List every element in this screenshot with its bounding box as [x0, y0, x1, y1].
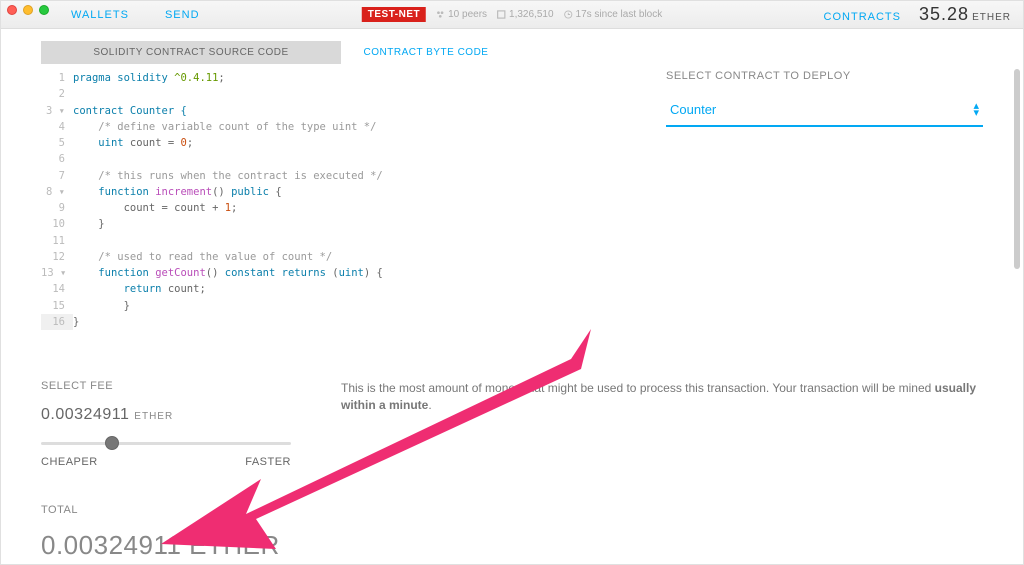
code-editor[interactable]: 1pragma solidity ^0.4.11; 2 3 ▾contract …: [41, 70, 636, 330]
clock-icon: [564, 10, 573, 19]
balance-amount: 35.28: [919, 4, 969, 24]
balance: 35.28 ETHER: [919, 4, 1011, 25]
nav-wallets[interactable]: WALLETS: [71, 9, 129, 21]
nav-send[interactable]: SEND: [165, 9, 200, 21]
select-contract-label: SELECT CONTRACT TO DEPLOY: [666, 70, 983, 82]
slider-label-faster: FASTER: [245, 456, 291, 468]
window-traffic-lights[interactable]: [7, 5, 49, 15]
tab-bytecode[interactable]: CONTRACT BYTE CODE: [341, 41, 511, 64]
fee-explanation: This is the most amount of money that mi…: [341, 380, 983, 468]
minimize-window-icon[interactable]: [23, 5, 33, 15]
block-icon: [497, 10, 506, 19]
slider-thumb[interactable]: [105, 436, 119, 450]
tab-source-code[interactable]: SOLIDITY CONTRACT SOURCE CODE: [41, 41, 341, 64]
fee-label: SELECT FEE: [41, 380, 291, 392]
contract-select[interactable]: Counter ▴▾: [666, 96, 983, 127]
nav-contracts[interactable]: CONTRACTS: [824, 11, 901, 23]
time-status: 17s since last block: [564, 9, 663, 20]
close-window-icon[interactable]: [7, 5, 17, 15]
total-value: 0.00324911 ETHER: [41, 530, 983, 561]
slider-label-cheaper: CHEAPER: [41, 456, 98, 468]
contract-select-value: Counter: [670, 102, 716, 117]
block-status: 1,326,510: [497, 9, 554, 20]
top-bar: WALLETS SEND TEST-NET 10 peers 1,326,510…: [1, 1, 1023, 29]
fee-slider[interactable]: [41, 434, 291, 452]
total-label: TOTAL: [41, 504, 983, 516]
select-chevrons-icon: ▴▾: [973, 103, 979, 117]
fee-value: 0.00324911 ETHER: [41, 406, 291, 424]
slider-track: [41, 442, 291, 445]
scrollbar[interactable]: [1014, 69, 1020, 269]
page-body: SOLIDITY CONTRACT SOURCE CODE CONTRACT B…: [1, 29, 1023, 564]
editor-tabs: SOLIDITY CONTRACT SOURCE CODE CONTRACT B…: [41, 41, 983, 64]
peers-icon: [436, 10, 445, 19]
network-badge: TEST-NET: [362, 7, 426, 22]
select-contract-panel: SELECT CONTRACT TO DEPLOY Counter ▴▾: [666, 64, 983, 330]
peers-status: 10 peers: [436, 9, 487, 20]
balance-unit: ETHER: [972, 12, 1011, 23]
zoom-window-icon[interactable]: [39, 5, 49, 15]
